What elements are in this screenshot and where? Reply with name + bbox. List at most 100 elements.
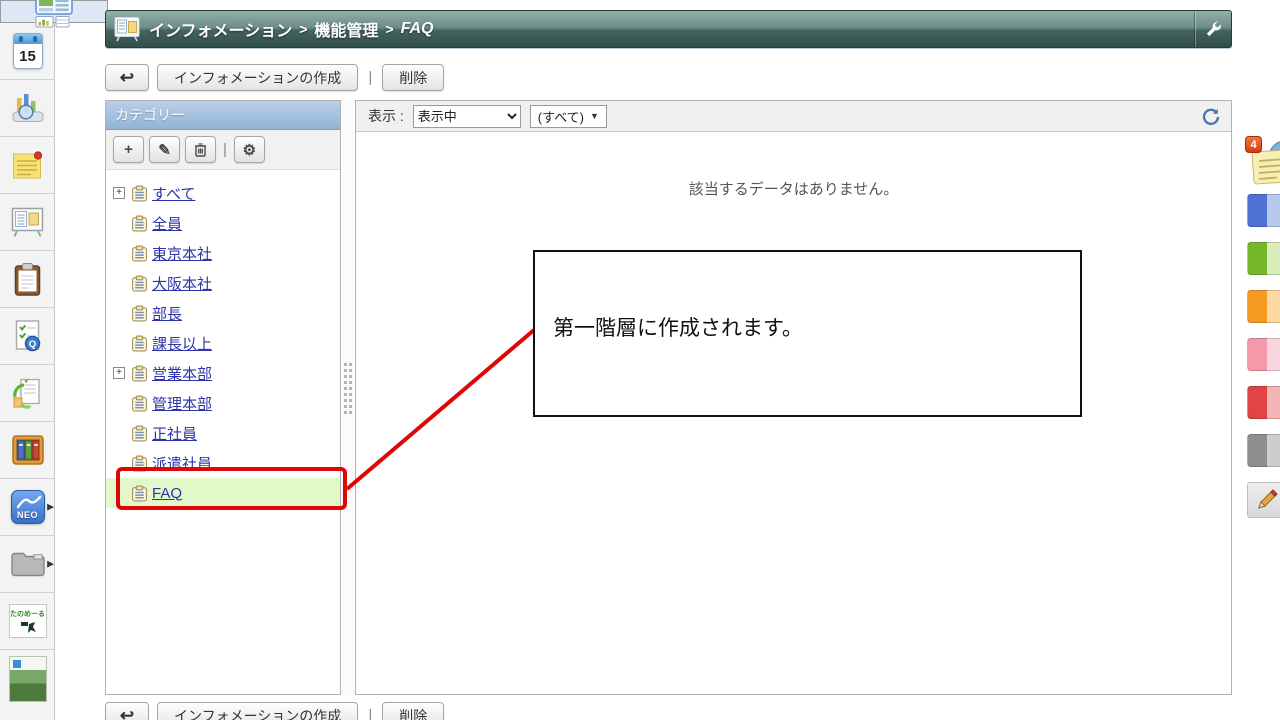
category-link[interactable]: 部長 bbox=[152, 303, 182, 324]
category-tree-item[interactable]: 課長以上 bbox=[106, 328, 340, 358]
information-module-icon bbox=[114, 17, 140, 42]
add-category-button[interactable]: + bbox=[113, 136, 144, 163]
category-tree-item[interactable]: 部長 bbox=[106, 298, 340, 328]
category-tree-item[interactable]: 派遣社員 bbox=[106, 448, 340, 478]
sidebar-item-folder[interactable]: ▶ bbox=[0, 536, 55, 593]
breadcrumb: インフォメーション > 機能管理 > FAQ bbox=[149, 17, 433, 41]
promo-banner-icon bbox=[8, 655, 47, 702]
chevron-down-icon: ▼ bbox=[590, 111, 599, 121]
back-icon: ↩ bbox=[119, 67, 135, 87]
create-information-button-bottom[interactable]: インフォメーションの作成 bbox=[157, 702, 359, 720]
app-launcher-sidebar: 15 Q NEO ▶ ▶ たのめーる bbox=[0, 0, 108, 720]
back-button[interactable]: ↩ bbox=[105, 64, 149, 91]
status-filter-select[interactable]: 表示中 bbox=[412, 104, 521, 128]
category-tree-item-faq-highlighted[interactable]: FAQ bbox=[106, 478, 340, 508]
category-icon bbox=[132, 365, 147, 381]
category-link[interactable]: 東京本社 bbox=[152, 243, 212, 264]
label-tag-red[interactable] bbox=[1247, 386, 1280, 419]
notification-count-badge: 4 bbox=[1245, 136, 1262, 153]
annotation-callout-box: 第一階層に作成されます。 bbox=[533, 250, 1082, 417]
sidebar-item-neo[interactable]: NEO ▶ bbox=[0, 479, 55, 536]
neo-app-icon: NEO bbox=[10, 490, 45, 524]
create-information-button[interactable]: インフォメーションの作成 bbox=[157, 64, 359, 91]
category-icon bbox=[132, 395, 147, 411]
category-settings-button[interactable]: ⚙ bbox=[233, 136, 265, 163]
sidebar-item-analysis[interactable] bbox=[0, 80, 55, 137]
category-filter-value: (すべて) bbox=[537, 109, 585, 125]
pencil-edit-icon bbox=[1258, 489, 1278, 509]
category-tree: + すべて 全員 東京本社 大阪本社 部長 課長以上 + 営業本部 管理本部 正… bbox=[106, 170, 340, 508]
action-toolbar: ↩ インフォメーションの作成 | 削除 bbox=[105, 64, 445, 91]
sidebar-item-cabinet[interactable] bbox=[0, 422, 55, 479]
tanomeru-icon: たのめーる bbox=[8, 604, 47, 638]
delete-button-bottom[interactable]: 削除 bbox=[382, 702, 445, 720]
category-link[interactable]: 課長以上 bbox=[152, 333, 212, 354]
delete-button[interactable]: 削除 bbox=[382, 64, 445, 91]
back-button-bottom[interactable]: ↩ bbox=[105, 702, 149, 720]
category-link[interactable]: 派遣社員 bbox=[152, 453, 212, 474]
edit-shortcut-button[interactable] bbox=[1247, 482, 1280, 518]
trash-icon bbox=[195, 143, 206, 157]
category-icon bbox=[132, 245, 147, 261]
label-tag-green[interactable] bbox=[1247, 242, 1280, 275]
label-tag-pink[interactable] bbox=[1247, 338, 1280, 371]
label-tag-gray[interactable] bbox=[1247, 434, 1280, 467]
category-filter-dropdown[interactable]: (すべて) ▼ bbox=[529, 104, 607, 128]
sidebar-item-tanomeru[interactable]: たのめーる bbox=[0, 593, 55, 650]
category-link[interactable]: 営業本部 bbox=[152, 363, 212, 384]
annotation-text: 第一階層に作成されます。 bbox=[553, 317, 803, 340]
toolbar-divider: | bbox=[368, 707, 373, 720]
flyout-arrow-icon[interactable]: ▶ bbox=[47, 502, 54, 512]
folder-icon bbox=[10, 552, 45, 577]
survey-icon: Q bbox=[15, 319, 40, 351]
refresh-icon bbox=[1202, 108, 1220, 126]
sidebar-item-survey[interactable]: Q bbox=[0, 308, 55, 365]
category-toolbar: + ✎ | ⚙ bbox=[106, 130, 340, 170]
sidebar-item-circulation[interactable] bbox=[0, 365, 55, 422]
bookshelf-icon bbox=[11, 435, 44, 465]
module-header: インフォメーション > 機能管理 > FAQ bbox=[105, 10, 1232, 48]
flyout-arrow-icon[interactable]: ▶ bbox=[47, 559, 54, 569]
category-link[interactable]: 正社員 bbox=[152, 423, 197, 444]
category-link[interactable]: すべて bbox=[152, 183, 195, 204]
label-tag-orange[interactable] bbox=[1247, 290, 1280, 323]
expand-toggle-icon[interactable]: + bbox=[113, 367, 125, 379]
sidebar-item-bulletin[interactable] bbox=[0, 194, 55, 251]
breadcrumb-current: FAQ bbox=[400, 20, 434, 37]
label-tag-blue[interactable] bbox=[1247, 194, 1280, 227]
sidebar-item-schedule[interactable]: 15 bbox=[0, 23, 55, 80]
settings-wrench-button[interactable] bbox=[1195, 11, 1231, 47]
calendar-icon: 15 bbox=[12, 33, 43, 69]
analysis-icon bbox=[12, 94, 43, 122]
category-icon bbox=[132, 305, 147, 321]
category-tree-item[interactable]: + すべて bbox=[106, 178, 340, 208]
panel-splitter[interactable] bbox=[341, 100, 355, 695]
sidebar-item-banner[interactable] bbox=[0, 650, 55, 707]
category-tree-item[interactable]: 正社員 bbox=[106, 418, 340, 448]
refresh-button[interactable] bbox=[1199, 105, 1223, 129]
circulation-icon bbox=[13, 378, 40, 409]
sidebar-item-portal[interactable] bbox=[0, 0, 108, 28]
sidebar-item-clipboard[interactable] bbox=[0, 251, 55, 308]
category-link[interactable]: 管理本部 bbox=[152, 393, 212, 414]
category-tree-item[interactable]: 大阪本社 bbox=[106, 268, 340, 298]
sidebar-item-memo[interactable] bbox=[0, 137, 55, 194]
category-tree-item[interactable]: + 営業本部 bbox=[106, 358, 340, 388]
breadcrumb-section[interactable]: 機能管理 bbox=[314, 17, 378, 41]
shortcut-notepad-button[interactable]: 4 bbox=[1245, 136, 1280, 187]
category-link[interactable]: 全員 bbox=[152, 213, 182, 234]
category-tree-item[interactable]: 東京本社 bbox=[106, 238, 340, 268]
delete-category-button[interactable] bbox=[185, 136, 216, 163]
memo-icon bbox=[13, 151, 43, 179]
breadcrumb-separator: > bbox=[385, 21, 394, 37]
expand-toggle-icon[interactable]: + bbox=[113, 187, 125, 199]
category-link[interactable]: 大阪本社 bbox=[152, 273, 212, 294]
edit-category-button[interactable]: ✎ bbox=[149, 136, 180, 163]
gear-icon: ⚙ bbox=[242, 141, 257, 159]
toolbar-divider: | bbox=[223, 141, 227, 158]
splitter-grip-handle[interactable] bbox=[343, 363, 353, 427]
category-link-faq[interactable]: FAQ bbox=[152, 485, 182, 502]
category-tree-item[interactable]: 全員 bbox=[106, 208, 340, 238]
category-tree-item[interactable]: 管理本部 bbox=[106, 388, 340, 418]
breadcrumb-module[interactable]: インフォメーション bbox=[149, 17, 292, 41]
